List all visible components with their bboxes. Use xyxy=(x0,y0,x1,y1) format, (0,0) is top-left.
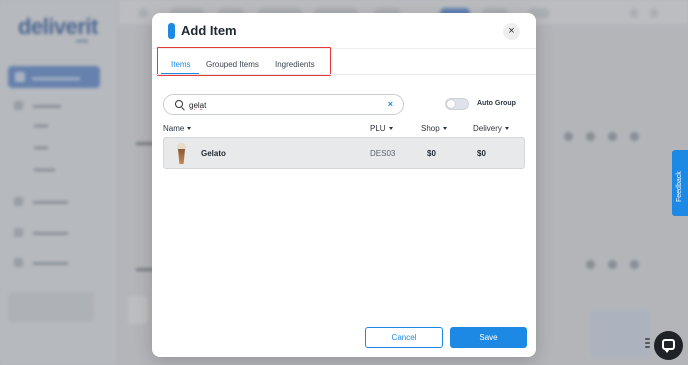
column-header-label: PLU xyxy=(370,124,386,133)
dialog-title: Add Item xyxy=(181,23,237,38)
column-header-plu[interactable]: PLU xyxy=(370,124,393,133)
tab-items[interactable]: Items xyxy=(171,60,191,69)
divider xyxy=(152,74,536,75)
sort-caret-icon xyxy=(442,127,447,131)
column-header-shop[interactable]: Shop xyxy=(421,124,447,133)
item-plu: DES03 xyxy=(370,149,396,158)
save-button[interactable]: Save xyxy=(450,327,527,348)
feedback-tab[interactable]: Feedback xyxy=(672,150,688,216)
tab-ingredients[interactable]: Ingredients xyxy=(275,60,315,69)
title-accent-bar xyxy=(168,23,175,39)
close-button[interactable]: × xyxy=(503,23,520,40)
sort-caret-icon xyxy=(187,127,192,131)
item-thumbnail xyxy=(177,143,186,164)
column-header-label: Shop xyxy=(421,124,440,133)
auto-group-label: Auto Group xyxy=(477,100,516,107)
feedback-label: Feedback xyxy=(676,171,683,202)
column-header-name[interactable]: Name xyxy=(163,124,192,133)
clear-search-icon[interactable]: × xyxy=(388,99,393,109)
search-input[interactable] xyxy=(189,99,379,111)
auto-group-toggle[interactable] xyxy=(445,98,469,110)
search-icon xyxy=(175,100,183,108)
chat-icon[interactable] xyxy=(654,331,683,360)
column-header-delivery[interactable]: Delivery xyxy=(473,124,509,133)
drag-handle-icon[interactable] xyxy=(645,338,650,352)
search-box: × xyxy=(163,94,404,115)
item-name: Gelato xyxy=(201,149,226,158)
tab-grouped-items[interactable]: Grouped Items xyxy=(206,60,259,69)
column-header-label: Name xyxy=(163,124,185,133)
item-shop-price: $0 xyxy=(427,149,436,158)
sort-caret-icon xyxy=(504,127,509,131)
table-row[interactable]: Gelato DES03 $0 $0 xyxy=(163,137,525,169)
sort-caret-icon xyxy=(388,127,393,131)
add-item-dialog: Add Item × Items Grouped Items Ingredien… xyxy=(152,13,536,357)
item-delivery-price: $0 xyxy=(477,149,486,158)
cancel-button[interactable]: Cancel xyxy=(365,327,443,348)
column-header-label: Delivery xyxy=(473,124,502,133)
